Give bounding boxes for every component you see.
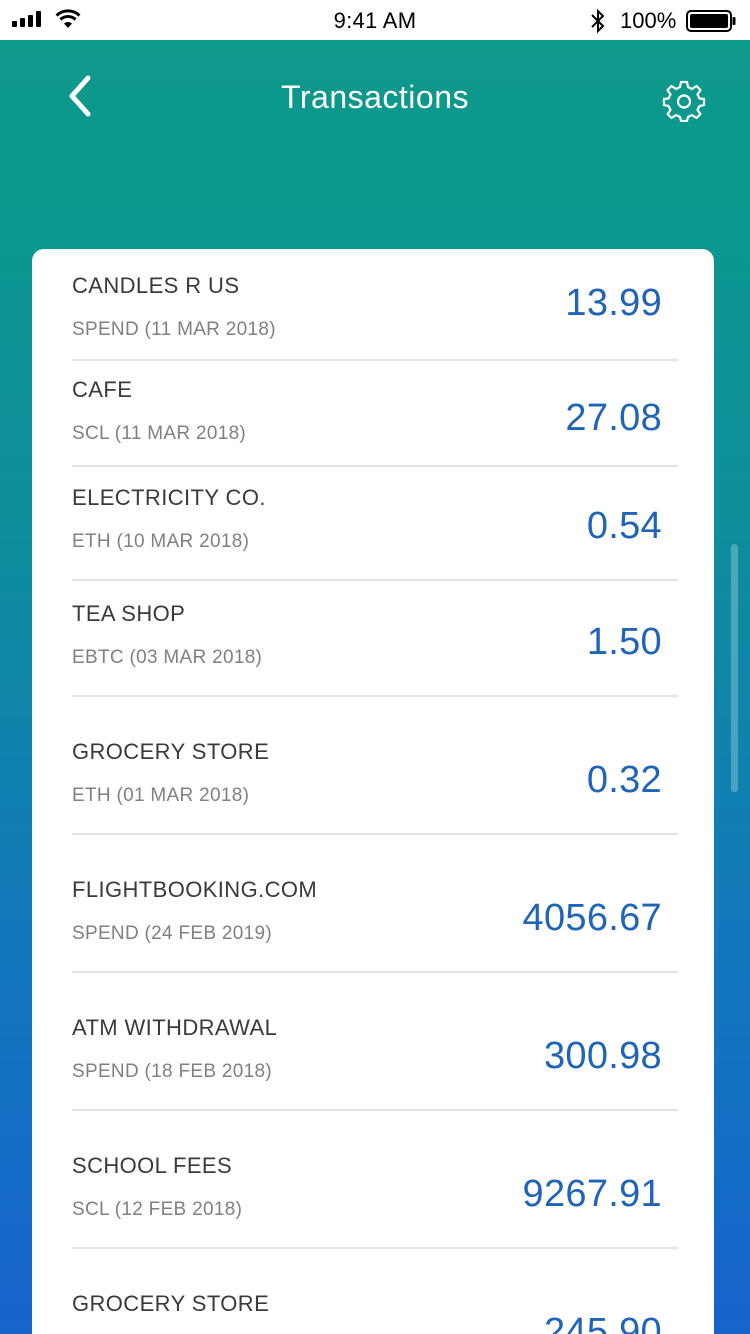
transaction-row[interactable]: GROCERY STORE ETH (01 MAR 2018) 0.32 <box>72 697 678 835</box>
transaction-amount: 0.32 <box>586 759 662 801</box>
transaction-merchant: TEA SHOP <box>72 601 186 626</box>
transaction-meta: SCL (11 MAR 2018) <box>72 423 247 444</box>
scrollbar[interactable] <box>731 544 738 792</box>
transaction-merchant: GROCERY STORE <box>72 1291 270 1316</box>
bluetooth-icon <box>591 8 605 34</box>
transaction-row[interactable]: CAFE SCL (11 MAR 2018) 27.08 <box>72 361 678 467</box>
transaction-meta: ETH (01 MAR 2018) <box>72 785 250 806</box>
page-title: Transactions <box>281 79 469 115</box>
transaction-amount: 27.08 <box>565 397 662 439</box>
transaction-meta: SPEND (18 FEB 2018) <box>72 1061 273 1082</box>
transaction-amount: 245.90 <box>543 1311 662 1334</box>
transaction-meta: EBTC (03 MAR 2018) <box>72 647 263 668</box>
transaction-amount: 1.50 <box>586 621 662 663</box>
app-header: Transactions <box>0 40 750 160</box>
transaction-amount: 13.99 <box>565 282 662 324</box>
transaction-merchant: ATM WITHDRAWAL <box>72 1015 278 1040</box>
transaction-merchant: CANDLES R US <box>72 273 240 298</box>
transaction-merchant: GROCERY STORE <box>72 739 270 764</box>
battery-icon <box>686 10 736 32</box>
transaction-row[interactable]: TEA SHOP EBTC (03 MAR 2018) 1.50 <box>72 581 678 697</box>
transaction-row[interactable]: SCHOOL FEES SCL (12 FEB 2018) 9267.91 <box>72 1111 678 1249</box>
transaction-amount: 0.54 <box>586 505 662 547</box>
transaction-merchant: SCHOOL FEES <box>72 1153 233 1178</box>
transaction-amount: 300.98 <box>543 1035 662 1077</box>
transaction-meta: SCL (12 FEB 2018) <box>72 1199 243 1220</box>
transaction-row[interactable]: FLIGHTBOOKING.COM SPEND (24 FEB 2019) 40… <box>72 835 678 973</box>
transaction-amount: 9267.91 <box>522 1173 662 1215</box>
transaction-row[interactable]: ATM WITHDRAWAL SPEND (18 FEB 2018) 300.9… <box>72 973 678 1111</box>
settings-button[interactable] <box>662 78 706 123</box>
transaction-amount: 4056.67 <box>522 897 662 939</box>
transaction-merchant: ELECTRICITY CO. <box>72 485 266 510</box>
transaction-meta: SPEND (24 FEB 2019) <box>72 923 273 944</box>
transaction-row[interactable]: ELECTRICITY CO. ETH (10 MAR 2018) 0.54 <box>72 467 678 581</box>
transaction-row[interactable]: GROCERY STORE 245.90 <box>72 1249 678 1334</box>
transactions-list: CANDLES R US SPEND (11 MAR 2018) 13.99 C… <box>32 249 714 1334</box>
gear-icon <box>662 80 706 123</box>
transaction-meta: SPEND (11 MAR 2018) <box>72 319 276 340</box>
transaction-merchant: CAFE <box>72 377 133 402</box>
battery-percent: 100% <box>620 8 677 33</box>
transaction-row[interactable]: CANDLES R US SPEND (11 MAR 2018) 13.99 <box>72 249 678 361</box>
transaction-meta: ETH (10 MAR 2018) <box>72 531 250 552</box>
transaction-merchant: FLIGHTBOOKING.COM <box>72 877 318 902</box>
status-bar: 9:41 AM 100% <box>0 0 750 40</box>
